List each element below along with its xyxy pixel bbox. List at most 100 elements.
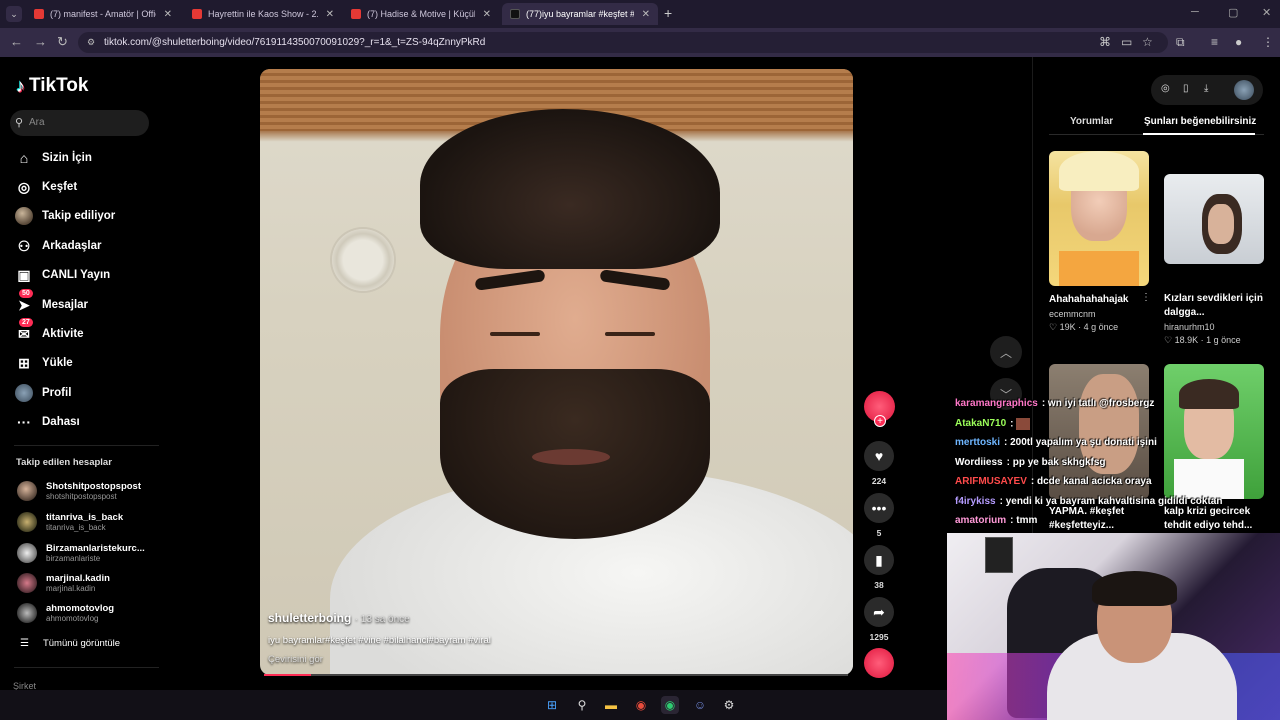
search-placeholder: Ara [29, 117, 45, 128]
search-icon[interactable]: ⚲ [573, 696, 591, 714]
back-icon[interactable]: ← [10, 34, 23, 49]
comment-action[interactable]: ••• 5 [864, 493, 894, 538]
close-tab-icon[interactable]: ✕ [483, 9, 491, 20]
follow-plus-icon[interactable]: + [874, 415, 886, 427]
following-account[interactable]: ahmomotovlog ahmomotovlog [17, 603, 114, 623]
close-tab-icon[interactable]: ✕ [326, 9, 334, 20]
video-progress-bar[interactable] [264, 674, 848, 676]
card-more-icon[interactable]: ⋮ [1256, 292, 1266, 303]
account-name: Birzamanlaristekurc... [46, 543, 145, 554]
live-icon: ▣ [17, 266, 31, 283]
avatar [17, 573, 37, 593]
discord-icon[interactable]: ☺ [691, 696, 709, 714]
video-author[interactable]: shuletterboing · 13 sa önce [268, 611, 410, 625]
nav-label: Aktivite [42, 328, 84, 340]
tab-comments[interactable]: Yorumlar [1070, 116, 1113, 127]
nav-item-profile[interactable]: Profil [14, 382, 71, 404]
nav-item-upload[interactable]: ⊞ Yükle [14, 352, 73, 374]
close-tab-icon[interactable]: ✕ [642, 9, 650, 20]
browser-tab-active[interactable]: (77)iyu bayramlar #keşfet #vine ✕ [502, 3, 658, 25]
nav-item-following[interactable]: Takip ediliyor [14, 205, 115, 227]
heart-outline-icon: ♡ [1164, 335, 1173, 345]
phone-icon[interactable]: ▯ [1183, 83, 1189, 94]
close-tab-icon[interactable]: ✕ [164, 9, 172, 20]
download-icon[interactable]: ⤓ [1204, 83, 1208, 94]
nav-item-friends[interactable]: ⚇ Arkadaşlar [14, 235, 102, 257]
windows-start-icon[interactable]: ⊞ [543, 696, 561, 714]
comment-icon[interactable]: ••• [864, 493, 894, 523]
show-all-button[interactable]: ☰ Tümünü görüntüle [20, 638, 120, 649]
chrome-active-icon[interactable]: ◉ [661, 696, 679, 714]
chat-message: AtakaN710: [955, 417, 1195, 438]
profile-icon[interactable]: ● [1235, 35, 1242, 49]
card-title: Ahahahahahajak [1049, 294, 1129, 305]
nav-item-activity[interactable]: ✉ 27 Aktivite [14, 318, 84, 345]
forward-icon[interactable]: → [34, 34, 47, 49]
bookmark-icon[interactable]: ▮ [864, 545, 894, 575]
music-disc-icon[interactable] [864, 648, 894, 678]
previous-video-button[interactable]: ︿ [990, 336, 1022, 368]
following-account[interactable]: titanriva_is_back titanriva_is_back [17, 512, 123, 532]
following-account[interactable]: Birzamanlaristekurc... birzamanlariste [17, 543, 145, 563]
nav-item-live[interactable]: ▣ CANLI Yayın [14, 264, 110, 286]
new-tab-icon[interactable]: + [664, 5, 672, 21]
nav-item-for-you[interactable]: ⌂ Sizin İçin [14, 147, 92, 169]
video-player[interactable] [260, 69, 853, 675]
address-bar[interactable]: ⚙ tiktok.com/@shuletterboing/video/76191… [78, 32, 1168, 53]
activity-icon: ✉ 27 [14, 318, 34, 344]
reload-icon[interactable]: ↻ [57, 34, 68, 50]
share-action[interactable]: ➦ 1295 [864, 597, 894, 642]
following-account[interactable]: marjinal.kadin marjinal.kadin [17, 573, 110, 593]
share-icon[interactable]: ➦ [864, 597, 894, 627]
streamer-hair [1092, 571, 1177, 606]
wall-poster [985, 537, 1013, 573]
avatar [17, 512, 37, 532]
list-icon: ☰ [20, 638, 29, 649]
site-info-icon[interactable]: ⚙ [87, 32, 95, 53]
tab-you-may-like[interactable]: Şunları beğenebilirsiniz [1144, 116, 1256, 127]
cast-icon[interactable]: ▭ [1121, 35, 1132, 49]
tab-title: (77)iyu bayramlar #keşfet #vine [526, 9, 634, 19]
chevron-up-icon: ︿ [999, 345, 1012, 360]
nav-item-explore[interactable]: ◎ Keşfet [14, 176, 77, 198]
nav-label: Takip ediliyor [42, 210, 116, 222]
user-avatar[interactable] [1234, 80, 1254, 100]
search-input[interactable]: ⚲ Ara [10, 110, 149, 136]
save-count: 38 [874, 580, 884, 590]
minimize-icon[interactable]: ─ [1191, 6, 1199, 18]
creator-avatar[interactable]: + [864, 391, 895, 427]
tiktok-logo[interactable]: ♪ TikTok [16, 75, 88, 97]
account-handle: marjinal.kadin [46, 584, 96, 593]
taskbar [0, 690, 947, 720]
extensions-icon[interactable]: ⧉ [1176, 35, 1185, 50]
recommended-video-card[interactable]: Ahahahahahajak ecemmcnm ♡ 19K · 4 g önce [1049, 151, 1149, 333]
bookmark-star-icon[interactable]: ☆ [1142, 35, 1153, 49]
settings-icon[interactable]: ⚙ [720, 696, 738, 714]
stream-chat-overlay: karamangraphics: wn iyi tatlı @frosbergz… [955, 398, 1222, 535]
see-translation-link[interactable]: Çevirisini gör [268, 654, 323, 665]
file-explorer-icon[interactable]: ▬ [602, 696, 620, 714]
video-frame-vent [332, 229, 394, 291]
following-account[interactable]: Shotshitpostopspost shotshitpostopspost [17, 481, 141, 501]
sound-disc[interactable] [864, 648, 894, 678]
close-window-icon[interactable]: ✕ [1262, 6, 1271, 19]
menu-icon[interactable]: ⋮ [1262, 35, 1274, 49]
recommended-video-card[interactable]: Kızları sevdikleri için dalgga... hiranu… [1164, 174, 1264, 346]
share-count: 1295 [869, 632, 889, 642]
browser-tab[interactable]: (7) Hadise & Motive | Küçük Bir ✕ [343, 3, 499, 25]
save-action[interactable]: ▮ 38 [864, 545, 894, 590]
compass-icon[interactable]: ◎ [1161, 83, 1170, 94]
reading-list-icon[interactable]: ≡ [1211, 35, 1218, 49]
like-action[interactable]: ♥ 224 [864, 441, 894, 486]
chrome-icon[interactable]: ◉ [632, 696, 650, 714]
nav-item-more[interactable]: ··· Dahası [14, 411, 80, 433]
browser-tab[interactable]: (7) manifest - Amatör | Official ✕ [26, 3, 180, 25]
tab-search-button[interactable]: ⌄ [6, 6, 22, 22]
translate-icon[interactable]: ⌘ [1099, 35, 1111, 49]
nav-item-messages[interactable]: ➤ 50 Mesajlar [14, 289, 88, 316]
maximize-icon[interactable]: ▢ [1228, 6, 1238, 19]
card-more-icon[interactable]: ⋮ [1141, 292, 1151, 303]
avatar [17, 543, 37, 563]
browser-tab[interactable]: Hayrettin ile Kaos Show - 2.Sez ✕ [184, 3, 342, 25]
heart-icon[interactable]: ♥ [864, 441, 894, 471]
